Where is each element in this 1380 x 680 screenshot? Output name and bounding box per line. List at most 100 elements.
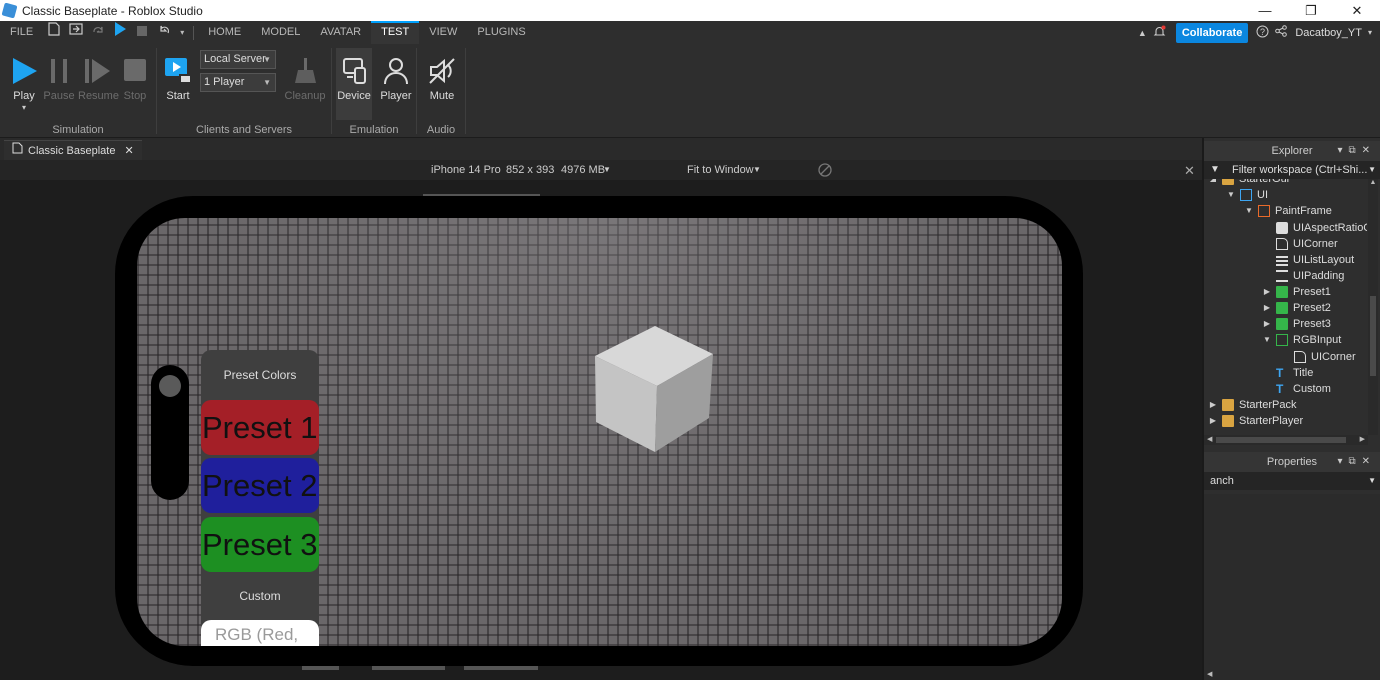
collapsed-arrow-icon[interactable]: ▶ (1208, 413, 1218, 429)
properties-panel: Properties ▾⧉✕ anch ▼ ◀ (1204, 452, 1380, 680)
start-button[interactable]: Start (162, 56, 194, 102)
folder-icon (1222, 399, 1234, 411)
pause-label: Pause (43, 90, 75, 102)
tab-test[interactable]: TEST (371, 21, 420, 44)
tree-item-uilistlayout[interactable]: UIListLayout (1276, 252, 1354, 268)
close-emulator-icon[interactable]: ✕ (1184, 163, 1195, 179)
player-button[interactable]: Player (378, 56, 414, 102)
share-icon[interactable] (1275, 25, 1288, 40)
tab-plugins[interactable]: PLUGINS (467, 21, 535, 44)
tree-item-custom[interactable]: T Custom (1276, 381, 1331, 397)
chevron-down-icon[interactable]: ▼ (603, 165, 611, 174)
mute-button[interactable]: Mute (424, 56, 460, 102)
play-button[interactable]: Play ▾ (8, 56, 40, 112)
tree-item-preset2[interactable]: ▶ Preset2 (1262, 300, 1331, 316)
custom-label: Custom (239, 589, 281, 603)
undo-icon[interactable] (156, 21, 172, 44)
horizontal-scrollbar[interactable]: ◀ ▶ (1204, 435, 1368, 445)
collapse-ribbon-icon[interactable]: ▲ (1138, 28, 1147, 38)
tree-item-ui[interactable]: ▼ UI (1226, 187, 1268, 203)
help-icon[interactable]: ? (1256, 25, 1269, 41)
tree-item-rgbinput[interactable]: ▼ RGBInput (1262, 332, 1341, 348)
device-icon (339, 56, 369, 86)
maximize-button[interactable]: ❐ (1288, 0, 1334, 21)
play-quick-icon[interactable] (112, 21, 128, 44)
panel-controls[interactable]: ▾⧉✕ (1337, 452, 1376, 472)
properties-filter-value: anch (1210, 475, 1234, 487)
undo-dropdown-icon[interactable]: ▾ (178, 21, 186, 44)
resume-button[interactable]: Resume (78, 56, 119, 102)
stop-quick-icon[interactable] (134, 21, 150, 44)
expanded-arrow-icon[interactable]: ▼ (1262, 332, 1272, 348)
collaborate-button[interactable]: Collaborate (1175, 22, 1249, 43)
properties-header: Properties ▾⧉✕ (1204, 452, 1380, 472)
scroll-thumb[interactable] (1370, 296, 1376, 376)
chevron-down-icon[interactable]: ▼ (1368, 472, 1376, 490)
preset-1-button[interactable]: Preset 1 (201, 400, 319, 455)
scroll-up-icon[interactable]: ▲ (1368, 179, 1378, 186)
redo-icon[interactable] (90, 21, 106, 44)
audio-group-label: Audio (426, 124, 456, 136)
server-mode-select[interactable]: Local Server ▼ (200, 50, 276, 69)
tree-item-starterplayer[interactable]: ▶ StarterPlayer (1208, 413, 1303, 429)
tree-item-startergui[interactable]: ◢ StarterGui (1208, 179, 1289, 187)
device-select[interactable]: iPhone 14 Pro (431, 164, 501, 176)
tree-item-uicorner[interactable]: UICorner (1276, 236, 1338, 252)
horizontal-scrollbar[interactable]: ◀ (1204, 670, 1380, 680)
tab-classic-baseplate[interactable]: Classic Baseplate ✕ (4, 140, 142, 160)
vertical-scrollbar[interactable]: ▲ (1368, 179, 1378, 435)
minimize-button[interactable]: — (1242, 0, 1288, 21)
panel-controls[interactable]: ▾⧉✕ (1337, 141, 1376, 161)
chevron-down-icon: ▼ (263, 78, 271, 87)
fit-select[interactable]: Fit to Window (687, 164, 754, 176)
tab-home[interactable]: HOME (198, 21, 251, 44)
tree-item-preset1[interactable]: ▶ Preset1 (1262, 284, 1331, 300)
tab-close-button[interactable]: ✕ (124, 141, 133, 161)
collapsed-arrow-icon[interactable]: ▶ (1208, 397, 1218, 413)
tree-item-title[interactable]: T Title (1276, 365, 1313, 381)
collapsed-arrow-icon[interactable]: ▶ (1262, 300, 1272, 316)
close-button[interactable]: ✕ (1334, 0, 1380, 21)
scroll-left-icon[interactable]: ◀ (1207, 670, 1212, 678)
user-dropdown-icon[interactable]: ▾ (1368, 28, 1372, 37)
expanded-arrow-icon[interactable]: ▼ (1244, 203, 1254, 219)
properties-title: Properties (1266, 456, 1318, 468)
collapsed-arrow-icon[interactable]: ▶ (1262, 316, 1272, 332)
tree-item-uicorner-2[interactable]: UICorner (1294, 349, 1356, 365)
chevron-down-icon[interactable]: ▼ (753, 165, 761, 174)
new-file-icon[interactable] (46, 21, 62, 44)
tree-item-uipadding[interactable]: UIPadding (1276, 268, 1344, 284)
rotate-device-icon[interactable] (818, 163, 832, 180)
tree-item-preset3[interactable]: ▶ Preset3 (1262, 316, 1331, 332)
expanded-arrow-icon[interactable]: ▼ (1226, 187, 1236, 203)
notifications-icon[interactable] (1153, 25, 1166, 41)
tree-item-uiaspectratio[interactable]: UIAspectRatioC (1276, 220, 1367, 236)
preset-3-button[interactable]: Preset 3 (201, 517, 319, 572)
file-menu[interactable]: FILE (0, 21, 43, 44)
device-button[interactable]: Device (336, 48, 372, 120)
part-cube[interactable] (593, 324, 715, 454)
scroll-left-icon[interactable]: ◀ (1207, 435, 1212, 443)
collapsed-arrow-icon[interactable]: ▶ (1262, 284, 1272, 300)
tree-item-paintframe[interactable]: ▼ PaintFrame (1244, 203, 1332, 219)
player-count-select[interactable]: 1 Player ▼ (200, 73, 276, 92)
import-icon[interactable] (68, 21, 84, 44)
memory-select[interactable]: 4976 MB (561, 164, 605, 176)
pause-button[interactable]: Pause (42, 56, 76, 102)
expanded-arrow-icon[interactable]: ◢ (1208, 179, 1218, 187)
explorer-filter-input[interactable]: ▼ Filter workspace (Ctrl+Shi... ▼ (1204, 161, 1380, 179)
tab-view[interactable]: VIEW (419, 21, 467, 44)
user-name[interactable]: Dacatboy_YT (1295, 27, 1362, 39)
rgb-input[interactable]: RGB (Red, (201, 620, 319, 646)
chevron-down-icon[interactable]: ▼ (1368, 161, 1376, 179)
tree-item-starterpack[interactable]: ▶ StarterPack (1208, 397, 1296, 413)
cleanup-button[interactable]: Cleanup (284, 56, 326, 102)
stop-button[interactable]: Stop (118, 56, 152, 102)
properties-filter-input[interactable]: anch ▼ (1204, 472, 1380, 490)
preset-2-button[interactable]: Preset 2 (201, 458, 319, 513)
play-dropdown-icon[interactable]: ▾ (8, 103, 40, 112)
scroll-right-icon[interactable]: ▶ (1360, 435, 1365, 443)
tab-avatar[interactable]: AVATAR (310, 21, 371, 44)
scroll-thumb[interactable] (1216, 437, 1346, 443)
tab-model[interactable]: MODEL (251, 21, 310, 44)
